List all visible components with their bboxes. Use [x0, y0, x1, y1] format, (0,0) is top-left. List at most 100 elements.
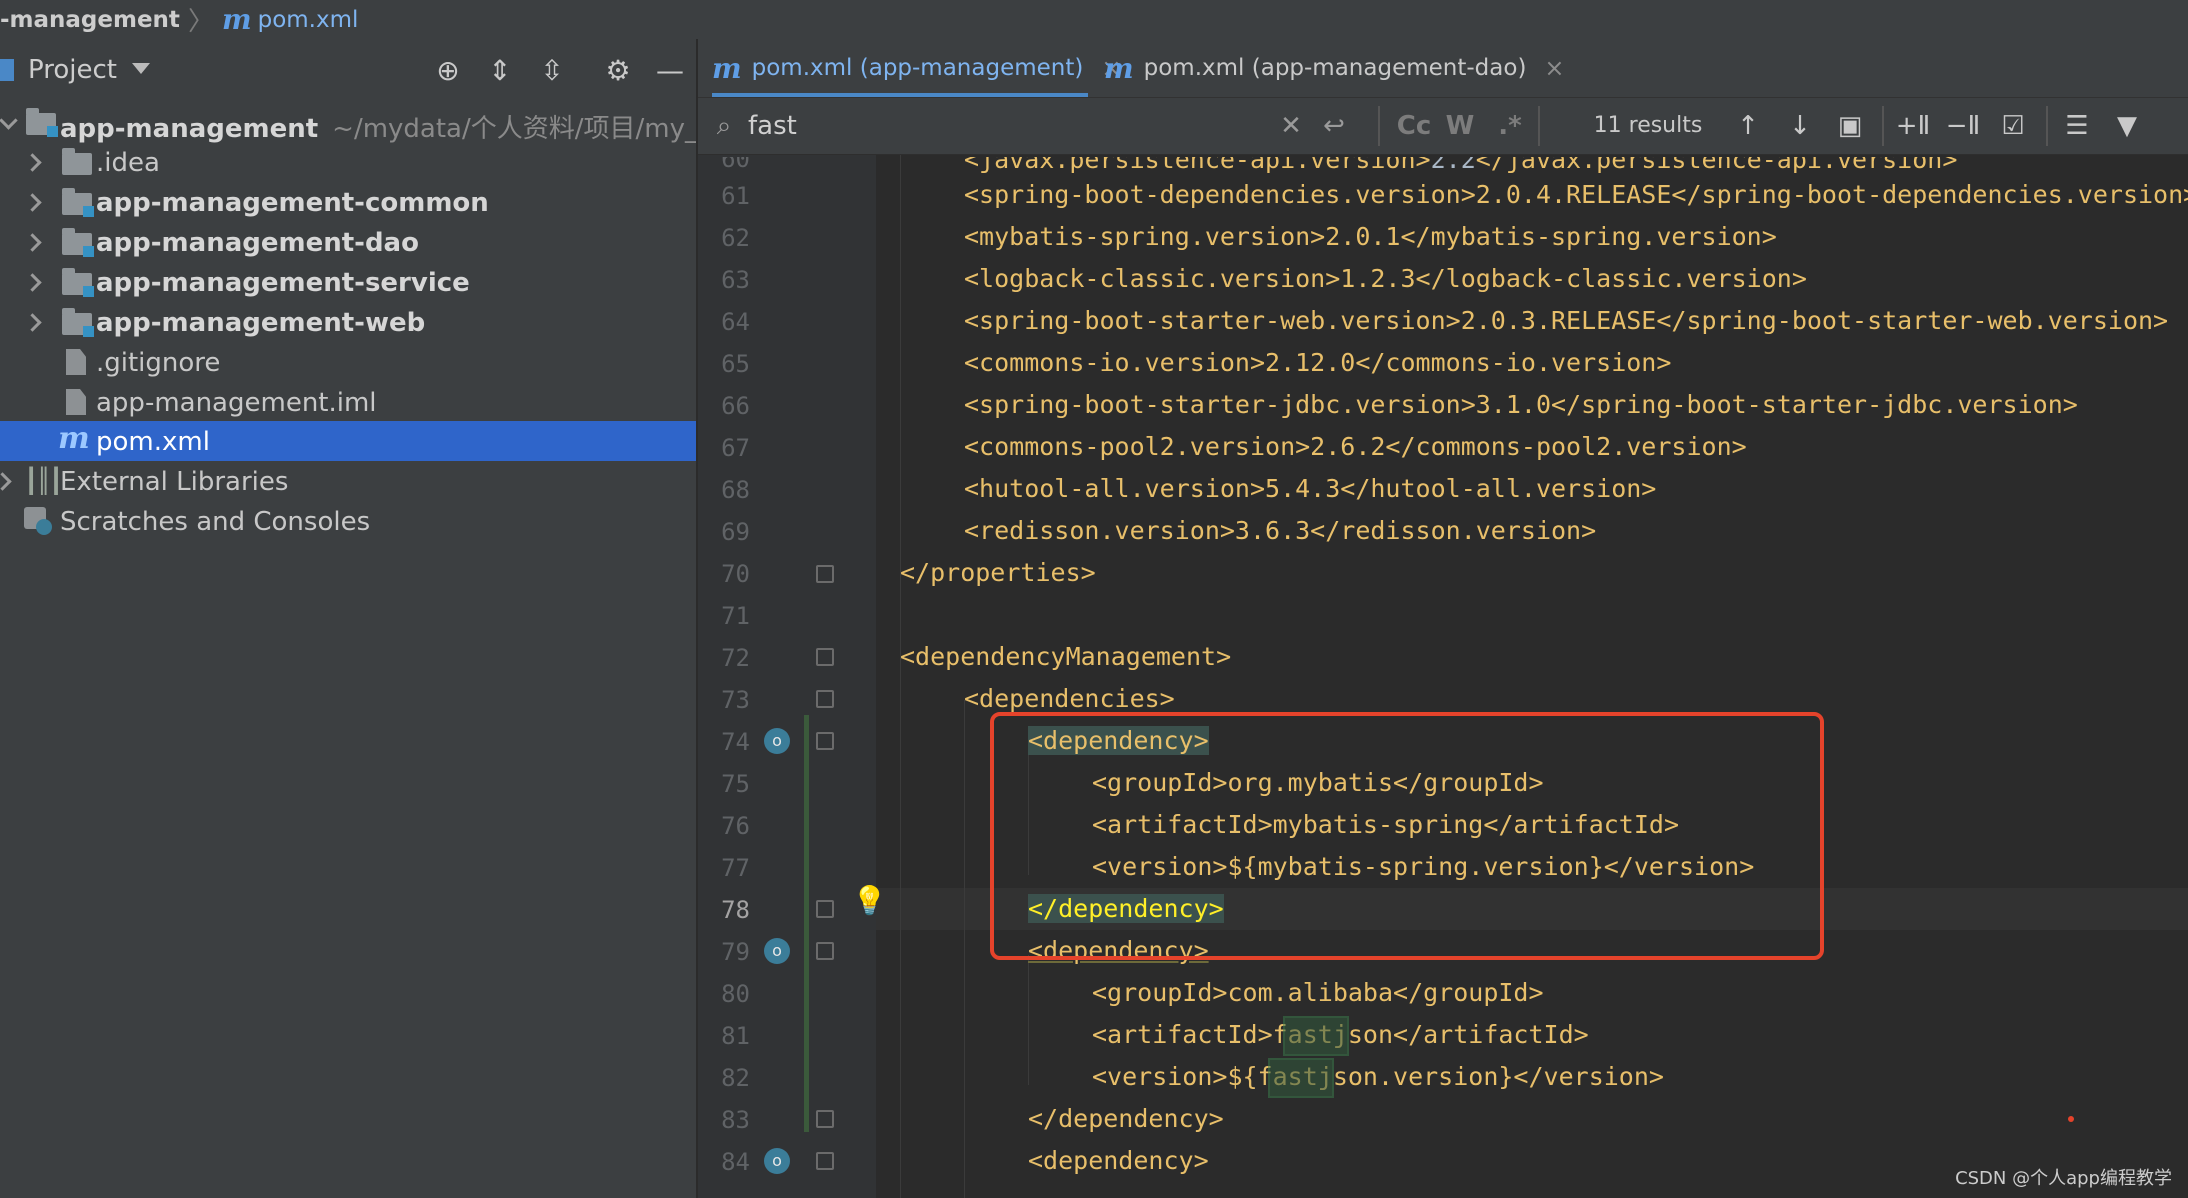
chevron-right-icon[interactable]	[0, 472, 12, 491]
breadcrumb: -management 〉 m pom.xml	[0, 0, 2188, 39]
tree-item-web[interactable]: app-management-web	[0, 302, 696, 342]
tree-item-dao[interactable]: app-management-dao	[0, 222, 696, 262]
line-number: 67	[721, 434, 750, 462]
clear-search-icon[interactable]: ✕	[1276, 110, 1306, 142]
maven-file-icon: m	[1104, 51, 1134, 85]
match-case-toggle[interactable]: Cc	[1392, 110, 1436, 142]
tree-item-label: app-management-dao	[96, 228, 419, 258]
hide-icon[interactable]: —	[654, 55, 686, 87]
indent-guide	[900, 155, 901, 1198]
select-all-icon[interactable]: ☑	[1994, 110, 2032, 142]
maven-file-icon: m	[221, 3, 252, 36]
locate-icon[interactable]: ⊕	[432, 55, 464, 87]
project-view-icon	[0, 59, 14, 81]
fold-start-icon[interactable]	[816, 648, 834, 666]
libraries-icon: ┃║┃	[24, 467, 63, 495]
search-input[interactable]: fast	[748, 110, 797, 142]
intention-bulb-icon[interactable]: 💡	[852, 884, 887, 917]
remove-occurrence-icon[interactable]: −Ⅱ	[1944, 110, 1982, 142]
module-folder-icon	[62, 188, 94, 217]
line-number: 75	[721, 770, 750, 798]
chevron-right-icon[interactable]	[23, 193, 42, 212]
chevron-down-icon[interactable]	[0, 111, 18, 130]
breadcrumb-separator: 〉	[187, 7, 214, 37]
results-count: 11 results	[1593, 113, 1703, 138]
tab-label: pom.xml (app-management-dao)	[1143, 55, 1527, 81]
breadcrumb-file[interactable]: pom.xml	[258, 7, 359, 33]
tree-item-label: app-management ~/mydata/个人资料/项目/my_pro	[60, 114, 741, 144]
chevron-right-icon[interactable]	[23, 313, 42, 332]
tree-item-iml[interactable]: app-management.iml	[0, 382, 696, 422]
fold-start-icon[interactable]	[816, 1152, 834, 1170]
overridden-dependency-icon[interactable]: o	[764, 938, 790, 964]
chevron-right-icon[interactable]	[23, 153, 42, 172]
tab-pom-app-management-dao[interactable]: m pom.xml (app-management-dao) ×	[1104, 39, 1565, 97]
tree-item-label: app-management.iml	[96, 388, 377, 418]
search-icon[interactable]: ⌕	[706, 110, 742, 142]
code-line: </dependency>	[1028, 1104, 1224, 1133]
search-match-highlight	[1283, 1016, 1349, 1056]
tree-item-common[interactable]: app-management-common	[0, 182, 696, 222]
code-line: <spring-boot-starter-jdbc.version>3.1.0<…	[964, 390, 2078, 419]
tree-item-label: app-management-common	[96, 188, 489, 218]
collapse-all-icon[interactable]: ⇳	[536, 55, 568, 87]
line-number: 81	[721, 1022, 750, 1050]
watermark: CSDN @个人app编程教学	[1955, 1168, 2172, 1189]
view-dropdown-icon[interactable]	[132, 63, 150, 74]
expand-all-icon[interactable]: ⇕	[484, 55, 516, 87]
code-line: <commons-pool2.version>2.6.2</commons-po…	[964, 432, 1747, 461]
tree-item-gitignore[interactable]: .gitignore	[0, 342, 696, 382]
fold-start-icon[interactable]	[816, 690, 834, 708]
tree-item-label: pom.xml	[96, 427, 210, 457]
previous-occurrence-icon[interactable]: ↑	[1732, 110, 1764, 142]
add-occurrence-icon[interactable]: +Ⅱ	[1894, 110, 1932, 142]
search-match-highlight	[1268, 1058, 1334, 1098]
line-number: 82	[721, 1064, 750, 1092]
fold-end-icon[interactable]	[816, 565, 834, 583]
vcs-change-marker[interactable]	[804, 715, 809, 1132]
filter-icon[interactable]: ▼	[2110, 110, 2144, 142]
overridden-dependency-icon[interactable]: o	[764, 728, 790, 754]
module-folder-icon	[26, 108, 58, 137]
filter-options-icon[interactable]: ☰	[2060, 110, 2094, 142]
line-number: 73	[721, 686, 750, 714]
fold-start-icon[interactable]	[816, 942, 834, 960]
tree-item-app-management[interactable]: app-management ~/mydata/个人资料/项目/my_pro	[0, 102, 741, 144]
code-line: <dependencyManagement>	[900, 642, 1232, 671]
whole-words-toggle[interactable]: W	[1442, 110, 1478, 142]
tree-item-label: External Libraries	[60, 467, 289, 497]
fold-end-icon[interactable]	[816, 900, 834, 918]
new-line-icon[interactable]: ↩	[1318, 110, 1350, 142]
code-line: <redisson.version>3.6.3</redisson.versio…	[964, 516, 1597, 545]
chevron-right-icon[interactable]	[23, 233, 42, 252]
regex-toggle[interactable]: .*	[1492, 110, 1528, 142]
close-icon[interactable]: ×	[1544, 54, 1564, 82]
line-number: 69	[721, 518, 750, 546]
tree-item-service[interactable]: app-management-service	[0, 262, 696, 302]
chevron-right-icon[interactable]	[23, 273, 42, 292]
select-all-occurrences-icon[interactable]: ▣	[1834, 110, 1866, 142]
line-number: 71	[721, 602, 750, 630]
tree-item-idea[interactable]: .idea	[0, 142, 696, 182]
fold-start-icon[interactable]	[816, 732, 834, 750]
fold-end-icon[interactable]	[816, 1110, 834, 1128]
tree-item-scratches[interactable]: Scratches and Consoles	[0, 501, 696, 541]
tree-item-label: app-management-web	[96, 308, 426, 338]
next-occurrence-icon[interactable]: ↓	[1784, 110, 1816, 142]
gear-icon[interactable]: ⚙	[602, 55, 634, 87]
breadcrumb-project[interactable]: -management	[0, 7, 180, 33]
project-tool-window: Project ⊕ ⇕ ⇳ ⚙ — app-management ~/mydata…	[0, 39, 741, 1198]
tree-item-pom[interactable]: m pom.xml	[0, 421, 696, 461]
tab-label: pom.xml (app-management)	[751, 55, 1084, 81]
line-number: 63	[721, 266, 750, 294]
find-bar: ⌕ fast ✕ ↩ Cc W .* 11 results ↑ ↓ ▣ +Ⅱ −…	[698, 98, 2188, 155]
line-number: 83	[721, 1106, 750, 1134]
scratches-icon	[24, 507, 52, 535]
project-title[interactable]: Project	[28, 55, 117, 85]
tab-pom-app-management[interactable]: m pom.xml (app-management) ×	[712, 39, 1121, 97]
module-folder-icon	[62, 228, 94, 257]
line-number: 84	[721, 1148, 750, 1176]
editor-tab-bar: m pom.xml (app-management) × m pom.xml (…	[698, 39, 2188, 98]
overridden-dependency-icon[interactable]: o	[764, 1148, 790, 1174]
tree-item-external-libraries[interactable]: ┃║┃ External Libraries	[0, 461, 696, 501]
